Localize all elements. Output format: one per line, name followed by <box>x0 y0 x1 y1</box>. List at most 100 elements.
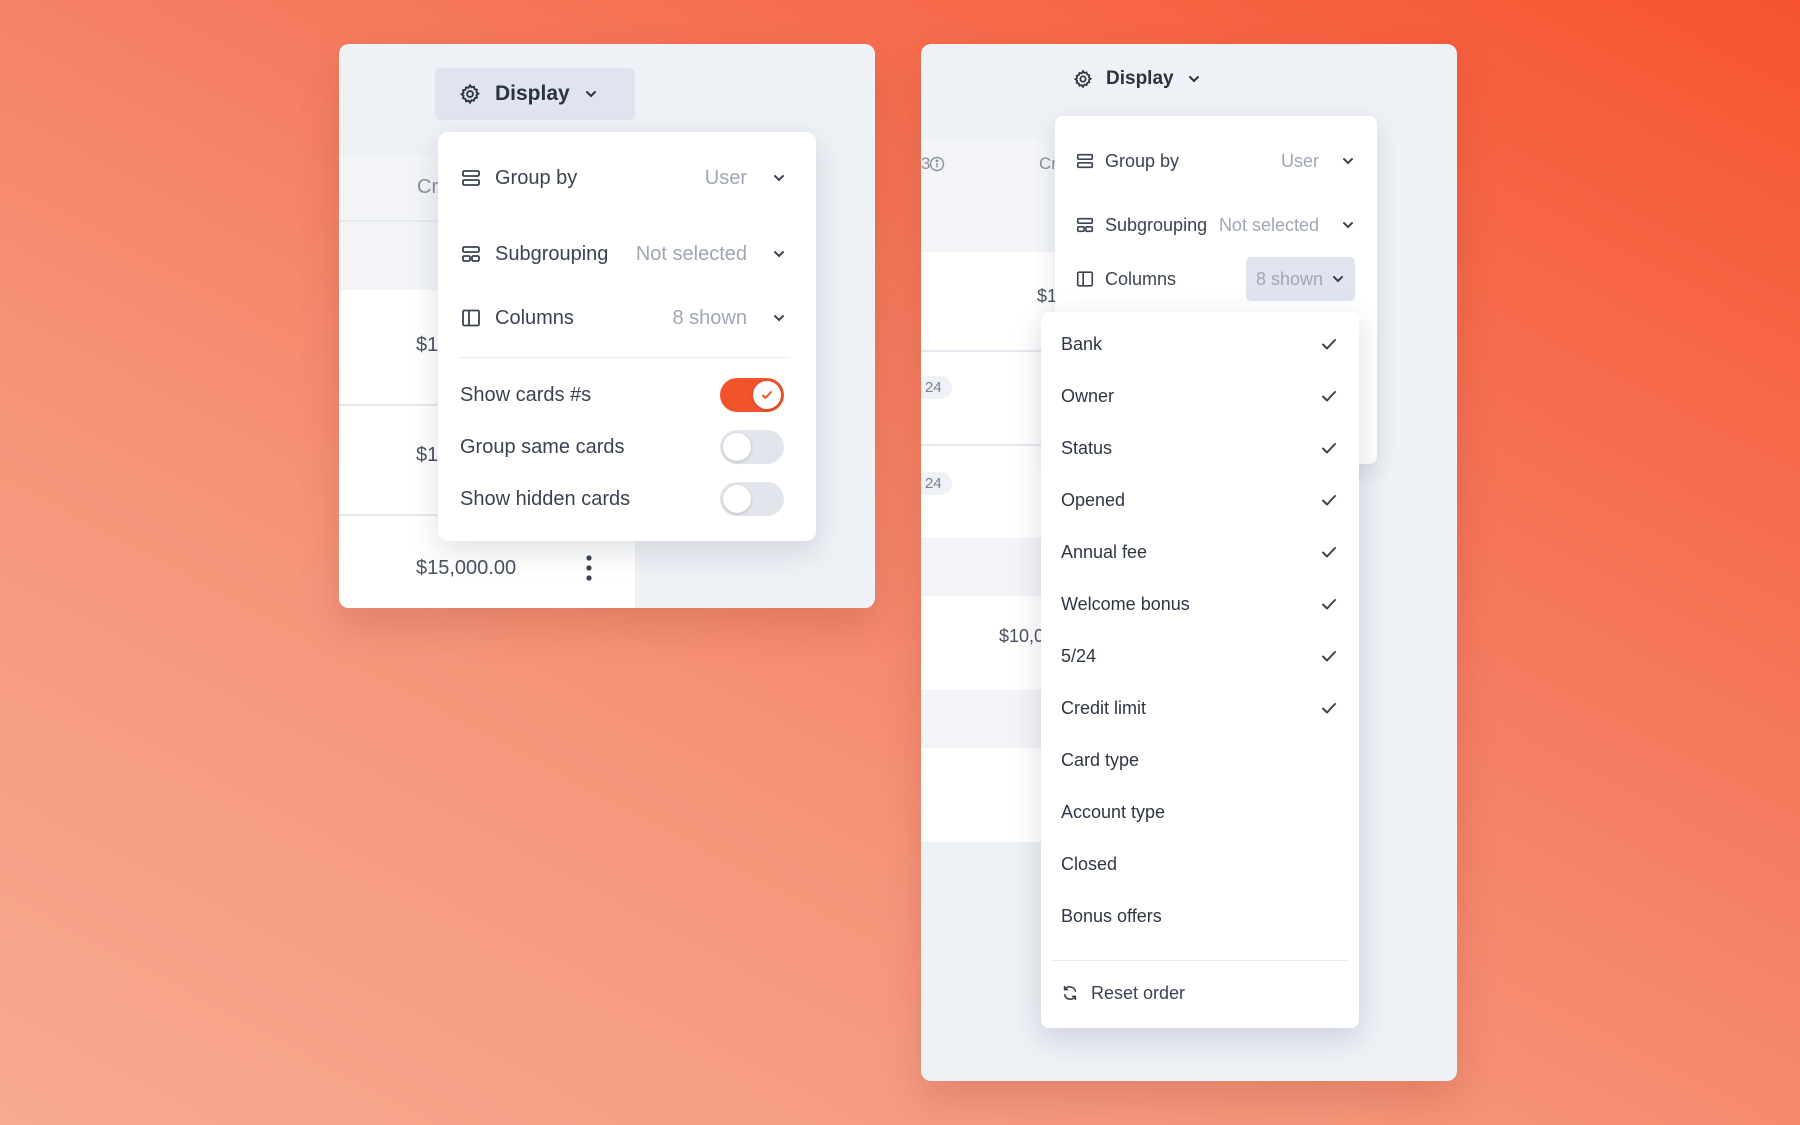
group-by-label: Group by <box>1105 150 1180 171</box>
chevron-down-icon <box>1331 272 1345 286</box>
group-by-value: User <box>1280 150 1319 171</box>
chevron-down-icon <box>1187 72 1201 86</box>
subgrouping-row[interactable]: Subgrouping Not selected <box>1075 210 1355 240</box>
columns-value: 8 shown <box>672 306 748 329</box>
table-row <box>921 690 1061 748</box>
gear-icon <box>459 83 481 105</box>
subgroup-icon <box>460 243 482 265</box>
check-icon <box>1319 438 1339 458</box>
subgrouping-value: Not selected <box>1218 214 1319 235</box>
check-icon <box>1319 334 1339 354</box>
toggle-label: Show cards #s <box>460 383 592 406</box>
divider <box>1051 960 1349 961</box>
group-by-row[interactable]: Group by User <box>460 162 786 194</box>
subgrouping-row[interactable]: Subgrouping Not selected <box>460 238 786 270</box>
column-option-label: Annual fee <box>1061 541 1148 562</box>
column-option-closed[interactable]: Closed <box>1061 844 1339 884</box>
columns-icon <box>460 307 482 329</box>
chevron-down-icon <box>584 87 598 101</box>
check-icon <box>753 381 781 409</box>
divider <box>921 350 1061 352</box>
amount-cell: $1 <box>416 334 439 356</box>
toggle-label: Show hidden cards <box>460 487 631 510</box>
column-option-label: Owner <box>1061 385 1115 406</box>
show-hidden-cards-toggle[interactable] <box>720 482 784 516</box>
display-button-label: Display <box>495 82 570 105</box>
status-badge: 24 <box>921 472 952 495</box>
chevron-down-icon <box>772 311 786 325</box>
column-option-annual-fee[interactable]: Annual fee <box>1061 532 1339 572</box>
info-icon <box>929 156 945 172</box>
toggle-knob <box>723 433 751 461</box>
refresh-icon <box>1061 984 1079 1002</box>
chevron-down-icon <box>772 171 786 185</box>
columns-row: Columns 8 shown <box>1075 256 1355 302</box>
more-options-icon[interactable] <box>585 554 593 582</box>
table-row <box>921 538 1061 596</box>
subgroup-icon <box>1075 215 1095 235</box>
check-icon <box>1319 594 1339 614</box>
reset-order-label: Reset order <box>1091 982 1186 1003</box>
gear-icon <box>1073 69 1093 89</box>
columns-icon <box>1075 269 1095 289</box>
rows-icon <box>460 167 482 189</box>
column-option-label: 5/24 <box>1061 645 1097 666</box>
column-option-label: Bonus offers <box>1061 905 1162 926</box>
column-option-account-type[interactable]: Account type <box>1061 792 1339 832</box>
column-option-label: Closed <box>1061 853 1118 874</box>
check-icon <box>1319 490 1339 510</box>
check-icon <box>1319 698 1339 718</box>
group-by-value: User <box>704 166 747 189</box>
chevron-down-icon <box>1341 218 1355 232</box>
column-option-opened[interactable]: Opened <box>1061 480 1339 520</box>
columns-value: 8 shown <box>1255 268 1323 289</box>
table-row <box>921 194 1061 252</box>
column-option-card-type[interactable]: Card type <box>1061 740 1339 780</box>
column-option-bank[interactable]: Bank <box>1061 324 1339 364</box>
column-option-5-24[interactable]: 5/24 <box>1061 636 1339 676</box>
subgrouping-label: Subgrouping <box>1105 214 1208 235</box>
column-option-label: Welcome bonus <box>1061 593 1190 614</box>
column-option-label: Credit limit <box>1061 697 1147 718</box>
group-by-label: Group by <box>495 166 578 189</box>
rows-icon <box>1075 151 1095 171</box>
columns-label: Columns <box>1105 268 1177 289</box>
amount-cell: $15,000.00 <box>416 557 517 579</box>
column-option-label: Account type <box>1061 801 1166 822</box>
column-option-owner[interactable]: Owner <box>1061 376 1339 416</box>
check-icon <box>1319 386 1339 406</box>
toggle-label: Group same cards <box>460 435 625 458</box>
column-header-fragment: Cr <box>417 176 439 198</box>
check-icon <box>1319 542 1339 562</box>
reset-order-button[interactable]: Reset order <box>1061 972 1185 1014</box>
subgrouping-label: Subgrouping <box>495 242 609 265</box>
columns-row[interactable]: Columns 8 shown <box>460 302 786 334</box>
status-badge: 24 <box>921 376 952 399</box>
show-cards-numbers-row: Show cards #s <box>460 376 784 414</box>
show-hidden-cards-row: Show hidden cards <box>460 480 784 518</box>
show-cards-numbers-toggle[interactable] <box>720 378 784 412</box>
display-settings-panel-right: 3 Cr $1 24 24 $10,0 Display Group by Use… <box>921 44 1457 1081</box>
column-option-credit-limit[interactable]: Credit limit <box>1061 688 1339 728</box>
check-icon <box>1319 646 1339 666</box>
column-option-welcome-bonus[interactable]: Welcome bonus <box>1061 584 1339 624</box>
column-option-label: Card type <box>1061 749 1140 770</box>
display-button[interactable]: Display <box>435 68 635 120</box>
cards-table: 3 Cr $1 24 24 $10,0 <box>921 138 1061 842</box>
column-option-status[interactable]: Status <box>1061 428 1339 468</box>
amount-cell: $10,0 <box>999 626 1045 646</box>
column-option-label: Status <box>1061 437 1113 458</box>
columns-label: Columns <box>495 306 574 329</box>
toggle-knob <box>723 485 751 513</box>
divider <box>460 357 790 358</box>
group-same-cards-row: Group same cards <box>460 428 784 466</box>
divider <box>921 444 1061 446</box>
chevron-down-icon <box>772 247 786 261</box>
group-by-row[interactable]: Group by User <box>1075 146 1355 176</box>
columns-dropdown[interactable]: 8 shown <box>1245 257 1355 301</box>
column-option-bonus-offers[interactable]: Bonus offers <box>1061 896 1339 936</box>
display-button[interactable]: Display <box>1073 68 1201 90</box>
column-option-label: Bank <box>1061 333 1103 354</box>
amount-cell: $1 <box>416 444 439 466</box>
group-same-cards-toggle[interactable] <box>720 430 784 464</box>
